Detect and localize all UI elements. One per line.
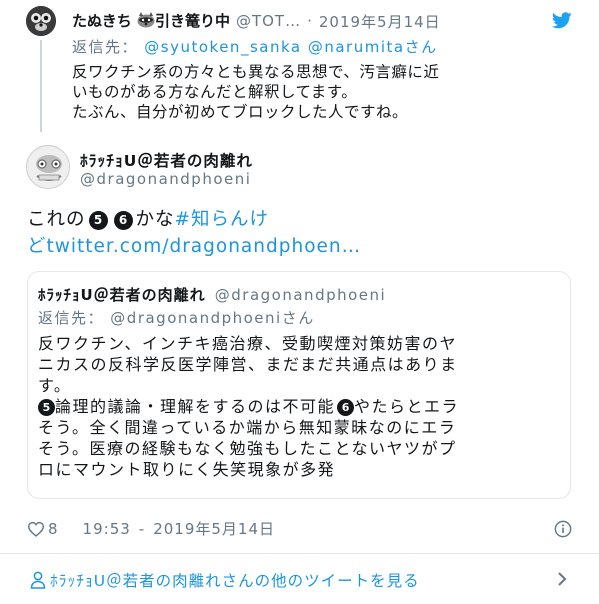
heart-icon[interactable]: [27, 521, 45, 537]
reply-to-label: 返信先：: [72, 38, 139, 56]
raccoon-emoji-icon: [137, 12, 155, 32]
reply-to-mention-2[interactable]: @narumitaさん: [308, 38, 438, 56]
twitter-bird-icon[interactable]: [551, 12, 572, 33]
quoted-author-handle: @dragonandphoeni: [214, 286, 387, 304]
quoted-text-line: そう。医療の経験もなく勉強もしたことないヤツがプ: [38, 439, 457, 458]
reply-tweet-date[interactable]: 2019年5月14日: [319, 11, 441, 32]
quoted-text-segment: 論理的議論・理解をするのは不可能: [55, 397, 336, 416]
quoted-text-line: ロにマウント取りにく失笑現象が多発: [38, 460, 336, 479]
reply-author-handle[interactable]: @TOT…: [236, 12, 301, 30]
main-author-handle[interactable]: @dragonandphoeni: [80, 170, 251, 188]
quoted-reply-suffix: さん: [281, 309, 315, 327]
avatar-image: [27, 146, 69, 188]
footer-divider: [0, 553, 599, 554]
main-author-avatar[interactable]: [26, 145, 70, 189]
quoted-text-line: ニカスの反科学反医学陣営、まだまだ共通点はありま: [38, 355, 458, 374]
quoted-author-name: ﾎﾗｯﾁｮU＠若者の肉離れ: [38, 286, 206, 304]
tweet-url-link[interactable]: どtwitter.com/dragonandphoen…: [27, 233, 572, 260]
reply-to-line: 返信先： @syutoken_sanka @narumitaさん: [72, 36, 438, 57]
reply-author-name[interactable]: たぬきち 引き篭り中: [72, 10, 230, 32]
more-tweets-link[interactable]: ﾎﾗｯﾁｮU＠若者の肉離れさんの他のツイートを見る: [30, 569, 420, 591]
reply-to-mention-1[interactable]: @syutoken_sanka: [144, 38, 301, 56]
main-author-name[interactable]: ﾎﾗｯﾁｮU＠若者の肉離れ: [80, 149, 253, 171]
quoted-tweet-text: 反ワクチン、インチキ癌治療、受動喫煙対策妨害のヤ ニカスの反科学反医学陣営、まだ…: [38, 333, 563, 480]
main-text-prefix: これの: [27, 209, 86, 230]
reply-text-line: たぶん、自分が初めてブロックした人ですね。: [72, 103, 409, 121]
info-icon[interactable]: [554, 520, 572, 542]
meta-dash: -: [138, 519, 146, 538]
reply-tweet-text: 反ワクチン系の方々とも異なる思想で、汚言癖に近 いものがある方なんだと解釈してま…: [72, 62, 582, 122]
quoted-text-line: す。: [38, 376, 72, 395]
quoted-tweet-card[interactable]: ﾎﾗｯﾁｮU＠若者の肉離れ @dragonandphoeni 返信先： @dra…: [27, 271, 571, 499]
more-tweets-label: ﾎﾗｯﾁｮU＠若者の肉離れさんの他のツイートを見る: [50, 572, 420, 590]
tweet-time[interactable]: 19:53: [83, 520, 131, 538]
quoted-reply-label: 返信先：: [38, 309, 105, 327]
quoted-reply-mention: @dragonandphoeni: [110, 309, 282, 327]
person-icon: [30, 571, 46, 589]
reply-tweet-header: たぬきち 引き篭り中 @TOT… · 2019年5月14日: [72, 10, 572, 32]
hashtag-link[interactable]: #知らんけ: [175, 209, 270, 230]
tweet-meta-row: 8 19:53 - 2019年5月14日: [27, 518, 275, 539]
reply-author-avatar[interactable]: [26, 6, 56, 36]
keycap-5-icon: 5: [88, 211, 108, 230]
reply-text-line: 反ワクチン系の方々とも異なる思想で、汚言癖に近: [72, 63, 440, 81]
quoted-text-line: 5 論理的議論・理解をするのは不可能 6 やたらとエラ: [38, 396, 563, 417]
keycap-6-icon: 6: [113, 211, 133, 230]
keycap-6-icon: 6: [337, 399, 355, 416]
main-text-middle: かな: [135, 209, 175, 230]
reply-text-line: いものがある方なんだと解釈してます。: [72, 83, 358, 101]
main-text-line: これの 5 6 かな#知らんけ: [27, 206, 572, 233]
thread-line: [40, 40, 42, 132]
tweet-date[interactable]: 2019年5月14日: [153, 518, 275, 539]
keycap-5-icon: 5: [38, 399, 55, 416]
chevron-right-icon[interactable]: [556, 571, 568, 591]
quoted-text-segment: やたらとエラ: [354, 397, 460, 416]
main-tweet-text: これの 5 6 かな#知らんけ どtwitter.com/dragonandphoen…: [27, 206, 572, 260]
quoted-tweet-header: ﾎﾗｯﾁｮU＠若者の肉離れ @dragonandphoeni: [38, 284, 386, 305]
like-count[interactable]: 8: [48, 520, 59, 538]
quoted-text-line: そう。全く間違っているか端から無知蒙昧なのにエラ: [38, 418, 457, 437]
quoted-reply-to-line: 返信先： @dragonandphoeniさん: [38, 307, 315, 328]
separator-dot: ·: [307, 12, 313, 30]
raccoon-avatar-image: [26, 6, 56, 36]
quoted-text-line: 反ワクチン、インチキ癌治療、受動喫煙対策妨害のヤ: [38, 334, 458, 353]
